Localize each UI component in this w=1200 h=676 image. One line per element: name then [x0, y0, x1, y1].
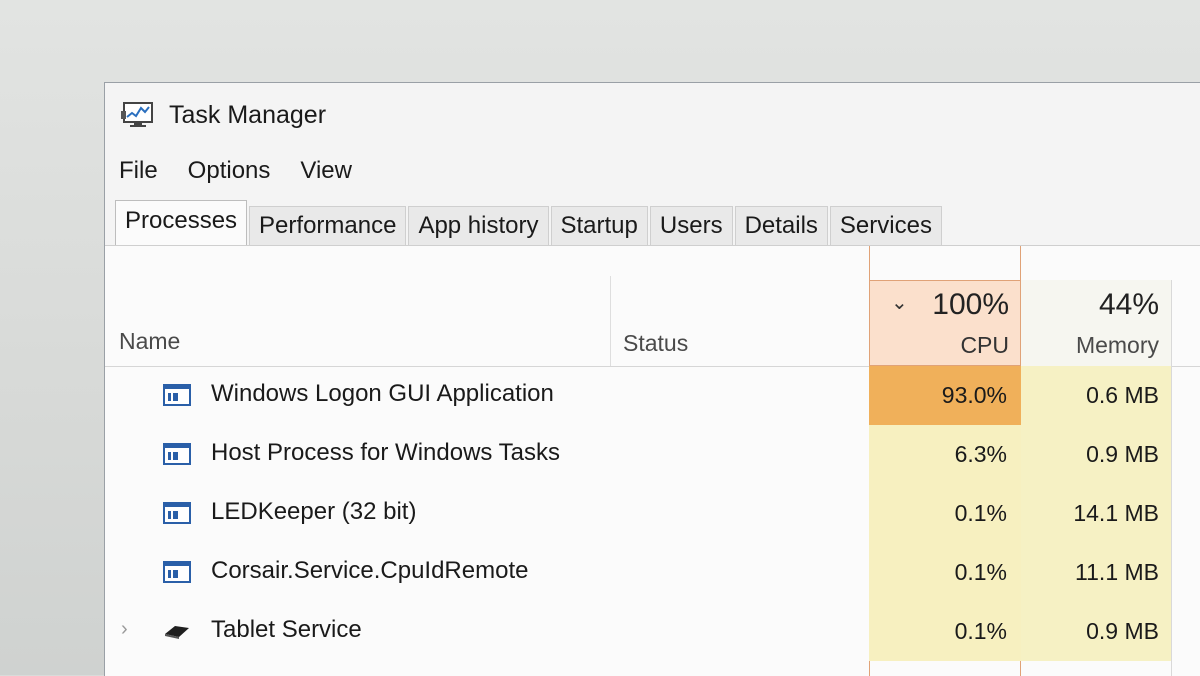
- window-app-icon: [163, 502, 191, 524]
- tab-performance[interactable]: Performance: [249, 206, 407, 245]
- column-header-status[interactable]: Status: [623, 330, 688, 357]
- window-app-icon: [163, 384, 191, 406]
- process-name: Host Process for Windows Tasks: [211, 439, 560, 466]
- column-header-name[interactable]: Name: [119, 328, 180, 355]
- process-row[interactable]: LEDKeeper (32 bit) 0.1% 14.1 MB: [105, 484, 1200, 543]
- tab-app-history[interactable]: App history: [408, 206, 549, 245]
- process-memory-cell: 11.1 MB: [1021, 543, 1171, 602]
- menu-bar: File Options View: [105, 153, 367, 189]
- expand-chevron-icon[interactable]: ›: [121, 618, 128, 641]
- cpu-total-percent: 100%: [932, 288, 1009, 321]
- process-cpu-cell: 0.1%: [869, 602, 1021, 661]
- task-manager-window: Task Manager File Options View Processes…: [104, 82, 1200, 676]
- process-cpu-cell: 0.1%: [869, 543, 1021, 602]
- process-memory-cell: 14.1 MB: [1021, 484, 1171, 543]
- process-memory-cell: 0.6 MB: [1021, 366, 1171, 425]
- window-app-icon: [163, 443, 191, 465]
- window-title: Task Manager: [169, 101, 327, 129]
- title-bar: Task Manager: [105, 83, 1200, 145]
- tab-services[interactable]: Services: [829, 206, 942, 245]
- process-row[interactable]: Corsair.Service.CpuIdRemote 0.1% 11.1 MB: [105, 543, 1200, 602]
- process-cpu-cell: 0.1%: [869, 484, 1021, 543]
- memory-total-percent: 44%: [1098, 288, 1159, 321]
- tab-strip: Processes Performance App history Startu…: [115, 200, 944, 245]
- process-name: Corsair.Service.CpuIdRemote: [211, 557, 529, 584]
- process-cpu-cell: 93.0%: [869, 366, 1021, 425]
- column-divider[interactable]: [610, 276, 611, 366]
- process-row[interactable]: Host Process for Windows Tasks 6.3% 0.9 MB: [105, 425, 1200, 484]
- tab-details[interactable]: Details: [734, 206, 828, 245]
- process-name: Tablet Service: [211, 616, 362, 643]
- tab-users[interactable]: Users: [649, 206, 733, 245]
- process-row[interactable]: Windows Logon GUI Application 93.0% 0.6 MB: [105, 366, 1200, 425]
- window-app-icon: [163, 561, 191, 583]
- process-memory-cell: 0.9 MB: [1021, 602, 1171, 661]
- tab-processes[interactable]: Processes: [115, 200, 248, 245]
- process-row[interactable]: › Tablet Service 0.1% 0.9 MB: [105, 602, 1200, 661]
- tab-startup[interactable]: Startup: [550, 206, 648, 245]
- menu-options[interactable]: Options: [173, 153, 286, 189]
- process-name: LEDKeeper (32 bit): [211, 498, 417, 525]
- menu-view[interactable]: View: [285, 153, 367, 189]
- memory-column-label: Memory: [1075, 332, 1159, 358]
- cpu-column-label: CPU: [960, 332, 1009, 358]
- menu-file[interactable]: File: [105, 153, 173, 189]
- processes-panel: Name Status 44% Memory ⌄ 100% CPU Window…: [105, 246, 1200, 676]
- process-cpu-cell: 6.3%: [869, 425, 1021, 484]
- process-name: Windows Logon GUI Application: [211, 380, 554, 407]
- task-manager-icon: [121, 102, 153, 127]
- tablet-pen-icon: [165, 626, 189, 639]
- column-header-row: Name Status 44% Memory: [105, 246, 1200, 367]
- process-memory-cell: 0.9 MB: [1021, 425, 1171, 484]
